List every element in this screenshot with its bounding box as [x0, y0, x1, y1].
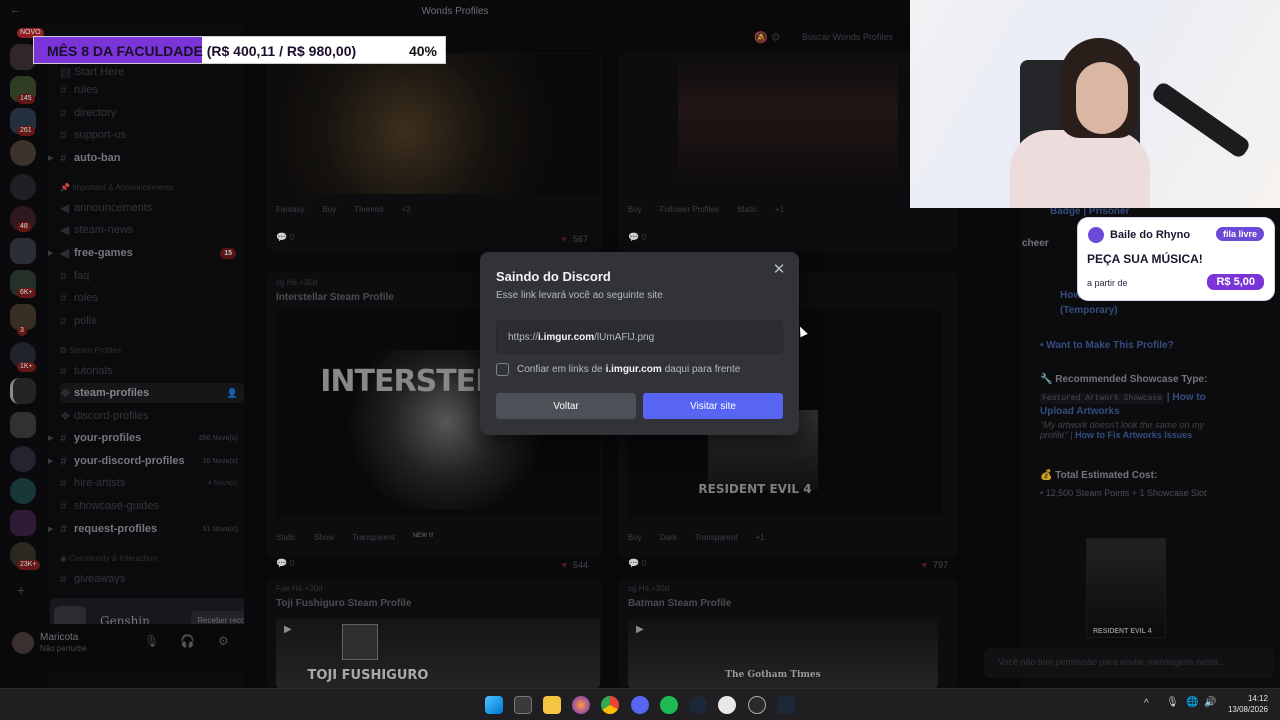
- link-url-display: https://i.imgur.com/lUmAFlJ.png: [496, 320, 783, 354]
- trust-checkbox[interactable]: [496, 363, 509, 376]
- microphone-arm: [1150, 80, 1252, 160]
- dialog-title: Saindo do Discord: [496, 269, 611, 284]
- microphone-icon[interactable]: 🎙: [1166, 697, 1179, 708]
- windows-start-icon[interactable]: [485, 696, 503, 714]
- server-title: Wonds Profiles: [421, 5, 489, 17]
- donation-goal-bar: MÊS 8 DA FACULDADE (R$ 400,11 / R$ 980,0…: [33, 36, 446, 64]
- time: 14:12: [1247, 694, 1268, 703]
- chrome-icon[interactable]: [601, 696, 619, 714]
- back-arrow-icon[interactable]: ←: [10, 4, 21, 16]
- person-face: [1076, 62, 1128, 134]
- discord-icon[interactable]: [631, 696, 649, 714]
- price-label: a partir de: [1087, 278, 1128, 288]
- app-icon[interactable]: [748, 696, 766, 714]
- network-icon[interactable]: 🌐: [1186, 697, 1198, 708]
- visit-site-button[interactable]: Visitar site: [643, 393, 783, 419]
- file-explorer-icon[interactable]: [543, 696, 561, 714]
- task-view-icon[interactable]: [514, 696, 532, 714]
- tray-expand-icon[interactable]: ^: [1144, 698, 1149, 709]
- screen: ← Wonds Profiles NOVO 145 261 48 6K+ 3 1…: [0, 0, 1280, 720]
- clock[interactable]: 14:12 13/08/2026: [1228, 693, 1268, 715]
- taskbar: ^ 🎙 🌐 🔊 14:12 13/08/2026: [0, 688, 1280, 720]
- title-bar: ← Wonds Profiles: [0, 0, 910, 22]
- leaving-discord-dialog: Saindo do Discord Esse link levará você …: [480, 252, 799, 435]
- date: 13/08/2026: [1227, 705, 1268, 714]
- steam-icon[interactable]: [689, 696, 707, 714]
- widget-cta: PEÇA SUA MÚSICA!: [1087, 252, 1203, 266]
- back-button[interactable]: Voltar: [496, 393, 636, 419]
- obs-icon[interactable]: [718, 696, 736, 714]
- goal-label: MÊS 8 DA FACULDADE (R$ 400,11 / R$ 980,0…: [47, 43, 357, 59]
- firefox-icon[interactable]: [572, 696, 590, 714]
- song-request-widget: Baile do Rhyno fila livre PEÇA SUA MÚSIC…: [1078, 218, 1274, 300]
- trust-domain-option[interactable]: Confiar em links de i.imgur.com daqui pa…: [496, 363, 740, 376]
- goal-percent: 40%: [408, 43, 437, 59]
- dialog-subtitle: Esse link levará você ao seguinte site: [496, 290, 663, 301]
- price-badge: R$ 5,00: [1207, 274, 1264, 290]
- volume-icon[interactable]: 🔊: [1204, 697, 1216, 708]
- queue-status-badge: fila livre: [1215, 227, 1264, 241]
- spotify-icon[interactable]: [660, 696, 678, 714]
- person-body: [1010, 130, 1150, 208]
- steam-app-icon[interactable]: [777, 696, 795, 714]
- widget-title: Baile do Rhyno: [1110, 229, 1191, 241]
- webcam-overlay: [910, 0, 1280, 208]
- music-icon: [1088, 227, 1104, 243]
- close-icon[interactable]: ✕: [771, 262, 787, 278]
